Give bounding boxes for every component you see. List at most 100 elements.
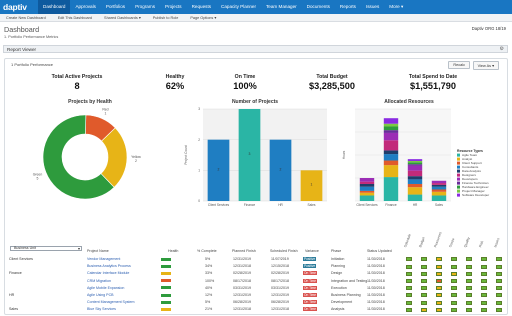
status-square bbox=[451, 257, 457, 262]
stack-segment bbox=[407, 179, 423, 184]
project-name-link[interactable]: Agile Mobile Expansion bbox=[87, 286, 124, 290]
stack-segment bbox=[383, 130, 399, 133]
column-header: Planned Finish bbox=[232, 249, 256, 253]
nav-item-documents[interactable]: Documents bbox=[302, 0, 335, 14]
kpi-total-spend: Total Spend to Date $1,551,790 bbox=[383, 74, 483, 91]
stack-segment bbox=[407, 160, 423, 163]
stack-segment bbox=[407, 187, 423, 195]
project-name-link[interactable]: Agile Using PCB bbox=[87, 293, 114, 297]
stack-segment bbox=[407, 165, 423, 171]
subnav-item-1[interactable]: Edit This Dashboard bbox=[52, 16, 98, 20]
stack-segment bbox=[431, 195, 447, 201]
legend-swatch bbox=[457, 189, 460, 193]
bars-xtick: HR bbox=[278, 203, 283, 207]
stack-segment bbox=[407, 176, 423, 180]
variance-badge: On Time bbox=[303, 278, 318, 283]
stack-xtick: HR bbox=[413, 203, 418, 207]
nav-item-approvals[interactable]: Approvals bbox=[70, 0, 100, 14]
stack-segment bbox=[383, 165, 399, 178]
status-square bbox=[496, 307, 502, 312]
status-square bbox=[451, 264, 457, 269]
status-square bbox=[466, 286, 472, 291]
nav-item-projects[interactable]: Projects bbox=[160, 0, 187, 14]
status-square bbox=[466, 264, 472, 269]
status-square bbox=[466, 271, 472, 276]
status-updated: 11/30/2018 bbox=[367, 278, 385, 283]
planned-finish: 03/31/2019 bbox=[233, 285, 251, 290]
subnav-item-0[interactable]: Create New Dashboard bbox=[0, 16, 52, 20]
row-group-label: Finance bbox=[9, 271, 22, 276]
stack-segment bbox=[359, 192, 375, 196]
status-square bbox=[406, 286, 412, 291]
status-square bbox=[466, 278, 472, 283]
status-square bbox=[496, 257, 502, 262]
project-name-link[interactable]: CRM Migration bbox=[87, 279, 111, 283]
report-viewer-title: Report Viewer bbox=[7, 47, 37, 52]
status-square bbox=[421, 307, 427, 312]
kpi-on-time: On Time 100% bbox=[195, 74, 295, 91]
percent-complete: 34% bbox=[205, 264, 213, 269]
subnav-item-3[interactable]: Publish to Role bbox=[147, 16, 185, 20]
status-square bbox=[436, 278, 442, 283]
stack-segment bbox=[431, 183, 447, 185]
nav-item-portfolios[interactable]: Portfolios bbox=[101, 0, 130, 14]
stack-segment bbox=[431, 180, 447, 184]
project-name-link[interactable]: Blue Sky Services bbox=[87, 307, 116, 311]
nav-item-programs[interactable]: Programs bbox=[130, 0, 160, 14]
percent-complete: 5% bbox=[205, 300, 211, 305]
scheduled-finish: 12/15/2018 bbox=[271, 264, 289, 269]
projects-table: Business Unit Project Name Health % Comple… bbox=[5, 222, 509, 316]
status-square bbox=[421, 257, 427, 262]
health-bar bbox=[161, 257, 171, 261]
rotated-column-header: Quality bbox=[463, 236, 471, 248]
business-unit-select[interactable]: Business Unit bbox=[10, 246, 82, 251]
nav-item-dashboard[interactable]: Dashboard bbox=[38, 0, 71, 14]
nav-item-capacity-planner[interactable]: Capacity Planner bbox=[216, 0, 261, 14]
planned-finish: 12/31/2019 bbox=[233, 293, 251, 297]
view-as-dropdown[interactable]: View As ▾ bbox=[472, 61, 499, 70]
nav-item-more[interactable]: More ▾ bbox=[384, 0, 408, 14]
project-name-link[interactable]: Vendor Management bbox=[87, 257, 120, 261]
pie-value: 1 bbox=[105, 111, 107, 115]
status-square bbox=[496, 300, 502, 305]
column-header: Phase bbox=[331, 249, 342, 253]
status-square bbox=[421, 271, 427, 276]
health-bar bbox=[161, 300, 171, 304]
nav-item-reports[interactable]: Reports bbox=[335, 0, 361, 14]
column-header: % Complete bbox=[197, 249, 217, 253]
subnav-item-4[interactable]: Page Options ▾ bbox=[184, 15, 222, 20]
nav-item-requests[interactable]: Requests bbox=[187, 0, 216, 14]
recalc-button[interactable]: Recalc bbox=[448, 61, 470, 69]
project-name-link[interactable]: Calendar Interface Module bbox=[87, 271, 129, 275]
nav-item-issues[interactable]: Issues bbox=[361, 0, 384, 14]
kpi-total-active-projects: Total Active Projects 8 bbox=[27, 74, 127, 91]
daptiv-logo[interactable]: daptiv bbox=[0, 2, 38, 12]
planned-finish: 12/31/2018 bbox=[233, 264, 251, 269]
status-square bbox=[436, 271, 442, 276]
project-name-link[interactable]: Business Analytics Process bbox=[87, 264, 131, 268]
legend-label: Software Developer bbox=[462, 193, 489, 197]
stack-segment bbox=[359, 178, 375, 182]
phase: Planning bbox=[331, 264, 345, 269]
legend-swatch bbox=[457, 181, 460, 185]
legend-swatch bbox=[457, 193, 460, 197]
planned-finish: 08/17/2018 bbox=[233, 278, 251, 283]
scheduled-finish: 12/31/2018 bbox=[271, 307, 289, 312]
status-square bbox=[406, 271, 412, 276]
subnav-item-2[interactable]: Shared Dashboards ▾ bbox=[98, 15, 147, 20]
bars-xtick: Finance bbox=[244, 203, 256, 207]
status-updated: 11/30/2018 bbox=[367, 271, 385, 276]
dashboard-selector[interactable]: 1. Portfolio Performance Metrics bbox=[4, 35, 58, 39]
stack-segment bbox=[431, 186, 447, 190]
nav-item-team-manager[interactable]: Team Manager bbox=[261, 0, 302, 14]
pie-value: 5 bbox=[37, 177, 39, 181]
stack-segment bbox=[407, 164, 423, 166]
stack-segment bbox=[383, 177, 399, 201]
gear-icon[interactable]: ⚙ bbox=[500, 46, 504, 53]
project-name-link[interactable]: Content Management System bbox=[87, 300, 135, 304]
stack-ylabel: Hours bbox=[342, 150, 346, 159]
phase: Design bbox=[331, 271, 343, 276]
phase: Analysis bbox=[331, 307, 345, 312]
status-square bbox=[466, 307, 472, 312]
status-square bbox=[421, 286, 427, 291]
